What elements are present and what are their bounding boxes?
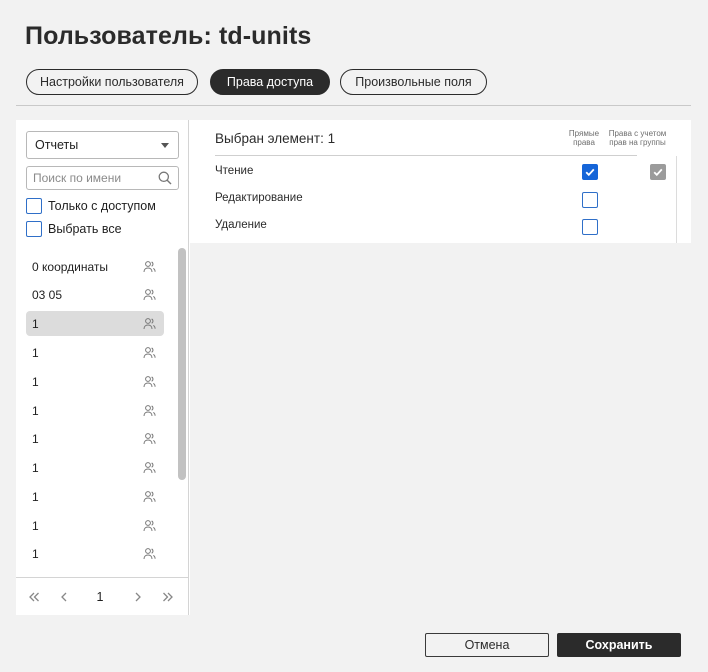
list-item[interactable]: 03 05 xyxy=(26,282,164,307)
list-item-label: 1 xyxy=(32,546,39,561)
save-button[interactable]: Сохранить xyxy=(557,633,681,657)
object-list-panel: Отчеты Только с доступом Выбрать все 0 к… xyxy=(16,120,189,615)
list-item-label: 0 координаты xyxy=(32,259,109,274)
next-page-icon[interactable] xyxy=(130,589,146,605)
users-icon xyxy=(143,548,156,560)
list-item[interactable]: 1 xyxy=(26,426,164,451)
pagination: 1 xyxy=(16,577,188,615)
list-item[interactable]: 1 xyxy=(26,484,164,509)
users-icon xyxy=(143,520,156,532)
read-group-checkbox xyxy=(650,164,666,180)
permission-edit-label: Редактирование xyxy=(215,192,303,204)
last-page-icon[interactable] xyxy=(160,589,176,605)
users-icon xyxy=(143,318,156,330)
list-item-label: 1 xyxy=(32,374,39,389)
first-page-icon[interactable] xyxy=(26,589,42,605)
checkmark-icon xyxy=(585,168,595,177)
list-item-label: 1 xyxy=(32,518,39,533)
table-right-divider xyxy=(676,156,677,243)
list-item-label: 1 xyxy=(32,316,39,331)
list-item[interactable]: 1 xyxy=(26,369,164,394)
checkbox-box xyxy=(26,197,42,214)
cancel-button[interactable]: Отмена xyxy=(425,633,549,657)
users-icon xyxy=(143,462,156,474)
list-item[interactable]: 1 xyxy=(26,340,164,365)
list-item-label: 1 xyxy=(32,403,39,418)
current-page: 1 xyxy=(96,590,104,604)
list-item-selected[interactable]: 1 xyxy=(26,311,164,336)
list-item-label: 03 05 xyxy=(32,287,63,302)
selected-element-label: Выбран элемент: 1 xyxy=(215,131,336,146)
users-icon xyxy=(143,433,156,445)
search-icon xyxy=(157,170,173,186)
tab-user-settings[interactable]: Настройки пользователя xyxy=(26,69,198,95)
users-icon xyxy=(143,289,156,301)
checkbox-box xyxy=(26,220,42,237)
content-area: Отчеты Только с доступом Выбрать все 0 к… xyxy=(16,120,691,615)
only-with-access-checkbox[interactable]: Только с доступом xyxy=(26,197,156,214)
list-item[interactable]: 0 координаты xyxy=(26,254,164,279)
tab-custom-fields[interactable]: Произвольные поля xyxy=(340,69,487,95)
users-icon xyxy=(143,491,156,503)
dialog-title: Пользователь: td-units xyxy=(25,22,312,50)
header-divider xyxy=(16,105,691,106)
tab-access-rights[interactable]: Права доступа xyxy=(210,69,330,95)
read-direct-checkbox[interactable] xyxy=(582,164,598,180)
list-item[interactable]: 1 xyxy=(26,455,164,480)
select-all-checkbox[interactable]: Выбрать все xyxy=(26,220,122,237)
list-scrollbar-thumb[interactable] xyxy=(178,248,186,480)
permission-delete-label: Удаление xyxy=(215,219,267,231)
object-type-value: Отчеты xyxy=(35,138,79,152)
users-icon xyxy=(143,405,156,417)
list-item-label: 1 xyxy=(32,345,39,360)
users-icon xyxy=(143,347,156,359)
select-all-label: Выбрать все xyxy=(48,221,122,236)
permission-read-label: Чтение xyxy=(215,165,254,177)
permissions-panel: Выбран элемент: 1 Прямые права Права с у… xyxy=(190,120,691,615)
prev-page-icon[interactable] xyxy=(56,589,72,605)
list-item[interactable]: 1 xyxy=(26,513,164,538)
list-item-label: 1 xyxy=(32,431,39,446)
checkmark-icon xyxy=(653,168,663,177)
list-item[interactable]: 1 xyxy=(26,541,164,566)
object-list-viewport: 0 координаты 03 05 1 1 1 1 1 1 1 1 1 xyxy=(26,245,174,577)
table-header-divider xyxy=(215,155,637,156)
only-with-access-label: Только с доступом xyxy=(48,198,156,213)
users-icon xyxy=(143,261,156,273)
user-dialog: Пользователь: td-units Настройки пользов… xyxy=(0,0,708,672)
list-item-label: 1 xyxy=(32,460,39,475)
permissions-table: Выбран элемент: 1 Прямые права Права с у… xyxy=(190,120,691,243)
group-rights-header: Права с учетом прав на группы xyxy=(608,129,667,147)
users-icon xyxy=(143,376,156,388)
chevron-down-icon xyxy=(161,143,169,148)
list-item-label: 1 xyxy=(32,489,39,504)
edit-direct-checkbox[interactable] xyxy=(582,192,598,208)
delete-direct-checkbox[interactable] xyxy=(582,219,598,235)
object-type-select[interactable]: Отчеты xyxy=(26,131,179,159)
list-item[interactable]: 1 xyxy=(26,398,164,423)
direct-rights-header: Прямые права xyxy=(568,129,600,147)
